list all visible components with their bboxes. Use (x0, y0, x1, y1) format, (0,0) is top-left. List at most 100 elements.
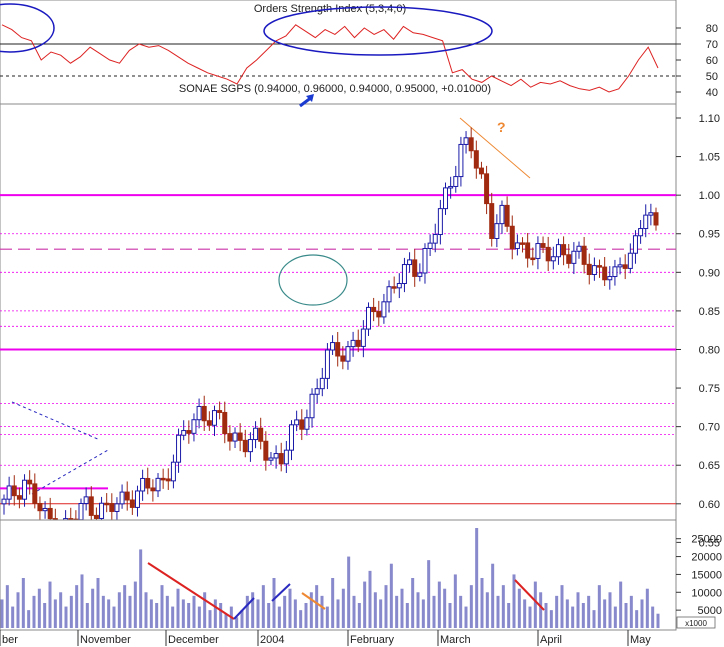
volume-bar (560, 585, 564, 628)
volume-bar (619, 581, 623, 628)
volume-bar (352, 595, 356, 628)
volume-bar (171, 606, 175, 628)
volume-bar (411, 578, 415, 628)
candle-body (458, 143, 464, 178)
price-tick-label: 1.05 (699, 152, 720, 164)
candle-body (134, 490, 140, 508)
volume-bar (53, 599, 57, 628)
candle-body (299, 419, 305, 430)
candle-body (525, 242, 531, 259)
candle-body (638, 228, 644, 237)
candle-body (242, 439, 248, 453)
candle-body (165, 478, 171, 482)
candle-body (602, 266, 608, 281)
candle-body (437, 208, 443, 236)
candle-body (617, 264, 623, 268)
x-axis-label: February (350, 634, 395, 646)
candle-body (191, 419, 197, 434)
x-axis-label: 2004 (260, 634, 284, 646)
candle-body (597, 265, 603, 268)
candle-body (401, 264, 407, 285)
x-axis-label: March (440, 634, 471, 646)
volume-bar (523, 599, 527, 628)
volume-bar (325, 606, 329, 628)
volume-bar (336, 599, 340, 628)
candle-body (432, 234, 438, 244)
price-tick-label: 0.75 (699, 383, 720, 395)
candle-body (591, 265, 597, 275)
volume-bar (0, 599, 4, 628)
candle-body (140, 477, 146, 492)
candle-body (540, 243, 546, 248)
candle-body (509, 225, 515, 250)
candle-body (88, 496, 94, 516)
volume-bar (5, 585, 9, 628)
volume-bar (651, 606, 655, 628)
volume-bar (272, 578, 276, 628)
volume-bar (133, 581, 137, 628)
candle-body (227, 433, 233, 442)
volume-bar (517, 588, 521, 628)
candle-body (268, 457, 274, 461)
x-axis-label: ber (2, 634, 18, 646)
volume-bar (603, 599, 607, 628)
price-tick-label: 0.90 (699, 267, 720, 279)
candle-body (247, 439, 253, 453)
x-axis-label: November (80, 634, 131, 646)
volume-bar (155, 603, 159, 628)
volume-bar (320, 595, 324, 628)
volume-unit-label: x1000 (685, 619, 707, 628)
volume-bar (128, 595, 132, 628)
volume-bar (443, 588, 447, 628)
candle-body (109, 503, 115, 512)
volume-bar (464, 606, 468, 628)
candle-body (530, 257, 536, 261)
candle-body (309, 393, 315, 419)
volume-bar (581, 603, 585, 628)
candle-body (160, 477, 166, 481)
candle-body (304, 417, 310, 430)
candle-body (453, 176, 459, 187)
candle-body (330, 342, 336, 351)
volume-bar (629, 595, 633, 628)
candle-body (16, 495, 22, 500)
candle-body (27, 479, 33, 485)
candle-body (653, 212, 659, 226)
candle-body (11, 485, 17, 497)
volume-bar (224, 613, 228, 628)
volume-bar (507, 603, 511, 628)
x-axis-label: May (630, 634, 651, 646)
candle-body (489, 203, 495, 239)
volume-tick-label: 5000 (698, 605, 722, 617)
candle-body (648, 212, 654, 216)
volume-bar (475, 528, 479, 628)
candle-body (427, 242, 433, 249)
candle-body (566, 254, 572, 264)
volume-bar (43, 603, 47, 628)
candle-body (443, 187, 449, 210)
volume-bar (64, 606, 68, 628)
volume-bar (469, 585, 473, 628)
candle-body (206, 420, 212, 426)
candle-body (181, 430, 187, 436)
candle-body (211, 410, 217, 426)
candle-body (78, 503, 84, 521)
candle-body (83, 496, 89, 505)
volume-bar (373, 592, 377, 628)
price-tick-label: 0.65 (699, 460, 720, 472)
candle-body (607, 276, 613, 281)
volume-bar (69, 595, 73, 628)
volume-bar (491, 563, 495, 628)
volume-bar (427, 560, 431, 628)
candle-body (417, 272, 423, 277)
volume-bar (21, 578, 25, 628)
volume-bar (485, 592, 489, 628)
volume-bar (576, 592, 580, 628)
volume-bar (11, 606, 15, 628)
volume-bar (245, 595, 249, 628)
candle-body (93, 514, 99, 519)
candle-body (550, 256, 556, 262)
volume-bar (187, 603, 191, 628)
price-panel: SONAE SGPS (0.94000, 0.96000, 0.94000, 0… (0, 83, 720, 549)
volume-bar (37, 588, 41, 628)
